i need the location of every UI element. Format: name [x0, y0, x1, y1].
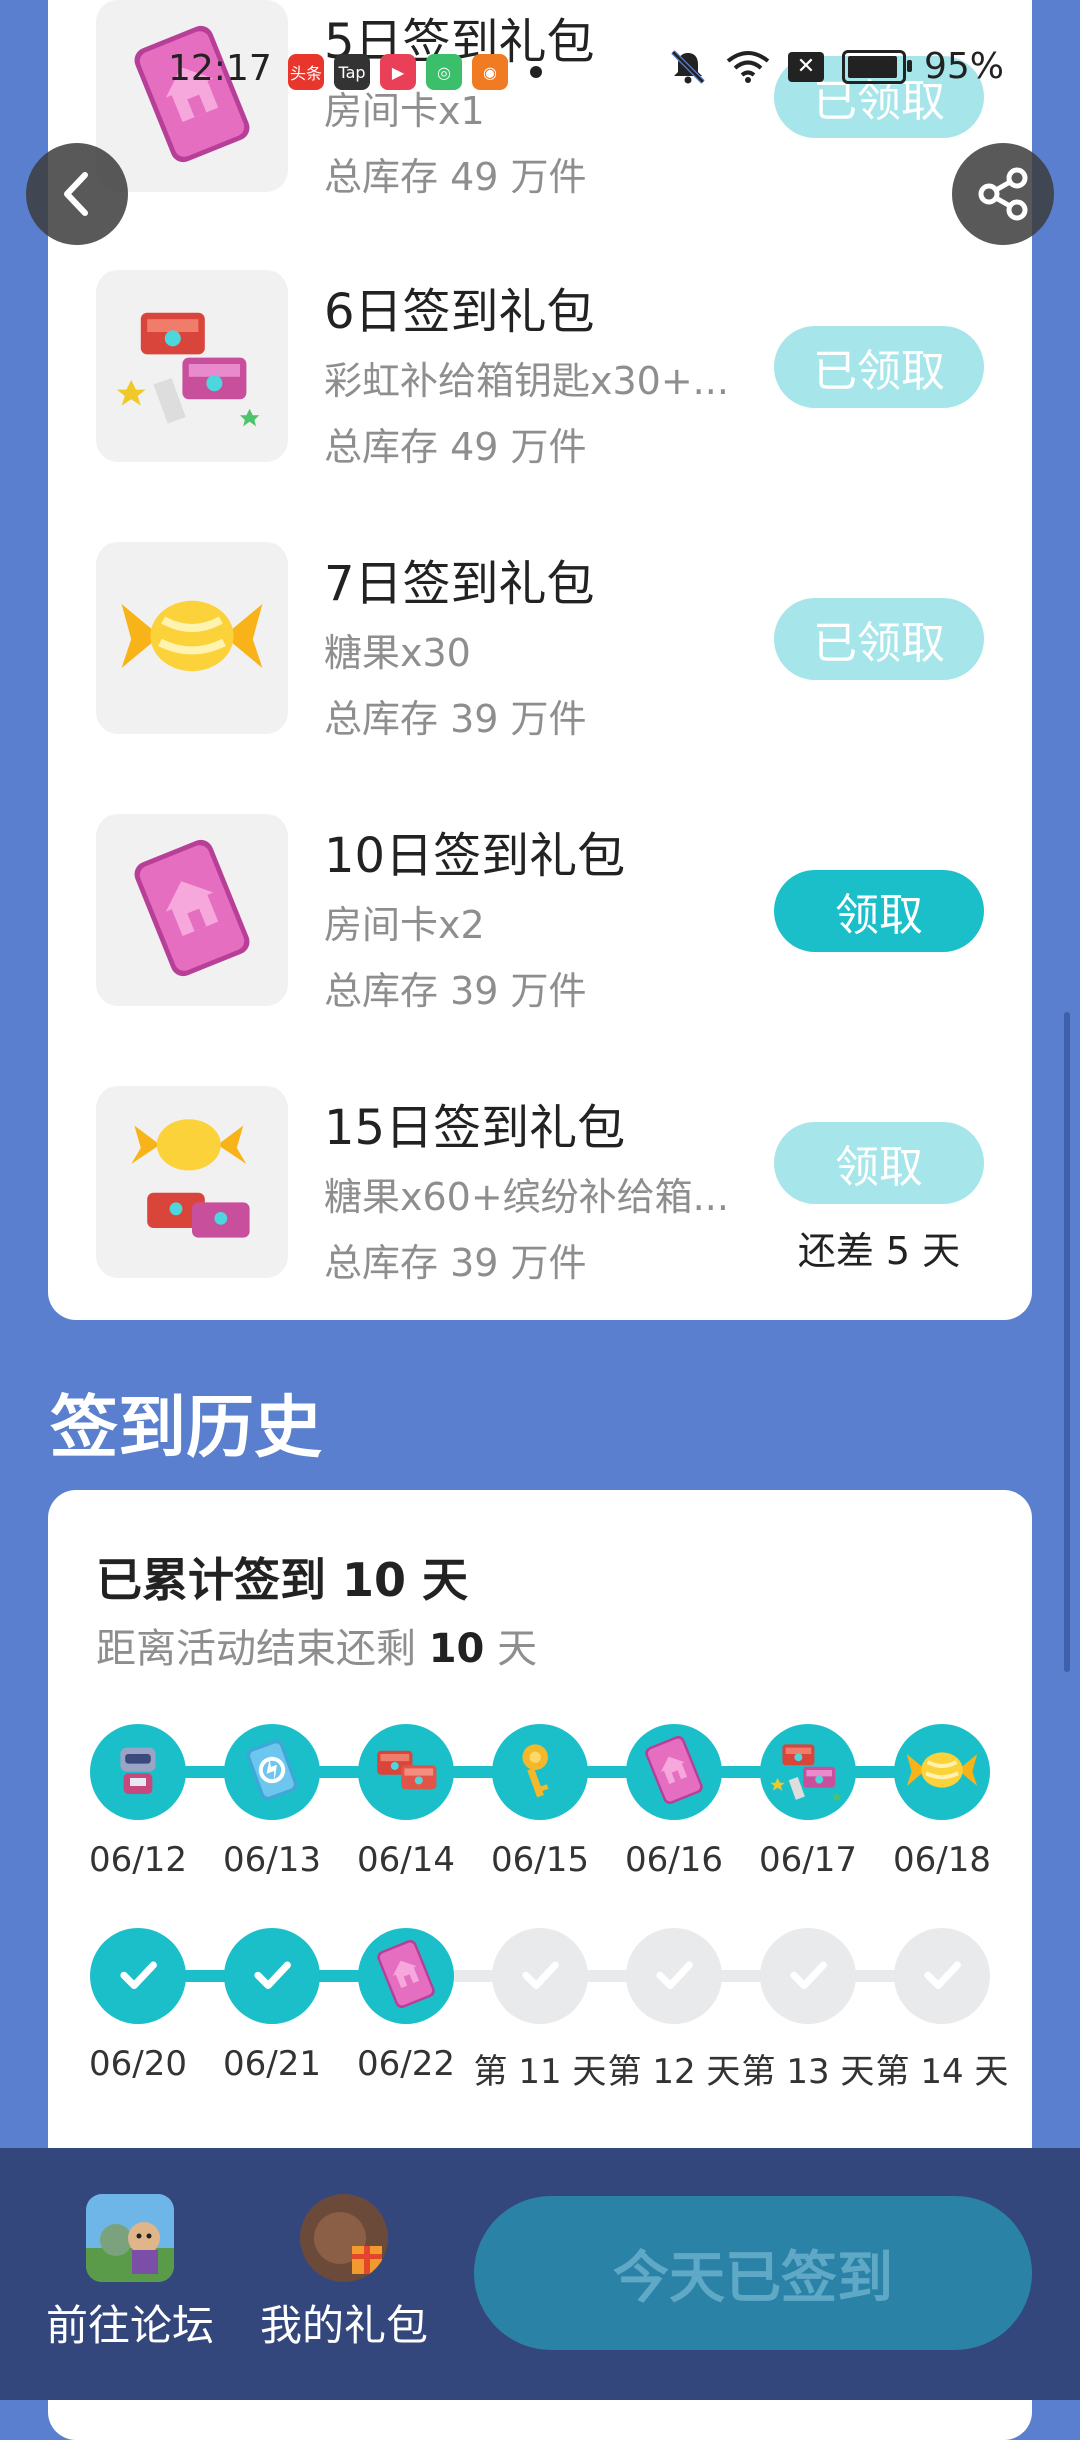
notification-icons: 头条 Tap ▶ ◎ ◉: [288, 54, 542, 90]
wechat-app-icon: ◎: [426, 54, 462, 90]
scrollbar[interactable]: [1064, 1012, 1070, 1672]
my-gifts-avatar-icon: [300, 2194, 388, 2282]
checkin-day-label: 06/18: [893, 1840, 991, 1880]
gift-stock: 总库存 49 万件: [324, 155, 587, 199]
battery-icon: [841, 49, 912, 84]
chevron-left-icon: [64, 172, 88, 216]
checkin-day-pending: [626, 1928, 722, 2024]
days-remaining: 距离活动结束还剩 10 天: [96, 1626, 538, 1672]
claim-button[interactable]: 领取: [774, 1122, 984, 1204]
gift-description: 糖果x60+缤纷补给箱...: [324, 1175, 729, 1219]
checkin-day-done: [894, 1724, 990, 1820]
gift-stock: 总库存 49 万件: [324, 425, 587, 469]
check-icon: [776, 1942, 840, 2010]
claimed-button[interactable]: 已领取: [774, 598, 984, 680]
x-app-icon: ✕: [787, 51, 824, 82]
more-notifications-dot: [530, 66, 542, 78]
video-app-icon: ▶: [380, 54, 416, 90]
history-section-title: 签到历史: [50, 1389, 323, 1468]
gift-title: 10日签到礼包: [324, 828, 626, 884]
gift-row: 10日签到礼包房间卡x2 总库存 39 万件 领取: [48, 814, 1032, 1013]
gift-stock: 总库存 39 万件: [324, 697, 587, 741]
gift-stock: 总库存 39 万件: [324, 1241, 587, 1285]
check-icon: [508, 1942, 572, 2010]
gift-stock: 总库存 39 万件: [324, 969, 587, 1013]
trophy-key-icon: [500, 1730, 580, 1814]
my-gifts-label: 我的礼包: [259, 2301, 428, 2350]
claimed-button[interactable]: 已领取: [774, 326, 984, 408]
gift-description: 糖果x30: [324, 631, 471, 675]
supply-box-keys-icon: [768, 1730, 848, 1814]
toutiao-app-icon: 头条: [288, 54, 324, 90]
claim-button[interactable]: 领取: [774, 870, 984, 952]
room-card-icon: [112, 828, 272, 992]
mute-bell-icon: [671, 49, 705, 84]
gift-title: 7日签到礼包: [324, 556, 595, 612]
candy-icon: [902, 1730, 982, 1814]
gift-title: 15日签到礼包: [324, 1100, 626, 1156]
checkin-day-pending: [492, 1928, 588, 2024]
checkin-day-done: [492, 1724, 588, 1820]
checkin-button[interactable]: 今天已签到: [474, 2196, 1032, 2350]
days-remaining-note: 还差 5 天: [797, 1229, 961, 1273]
room-card-icon: [366, 1934, 446, 2018]
checkin-day-done: [760, 1724, 856, 1820]
gift-thumbnail: [96, 1086, 288, 1278]
robot-icon: [98, 1730, 178, 1814]
kuaishou-app-icon: ◉: [472, 54, 508, 90]
checkin-day-label: 第 14 天: [875, 2052, 1009, 2092]
check-icon: [642, 1942, 706, 2010]
candy-and-box-icon: [112, 1100, 272, 1264]
total-days-value: 10: [342, 1553, 407, 1607]
back-button[interactable]: [26, 143, 128, 245]
forum-label: 前往论坛: [45, 2301, 214, 2350]
candy-icon: [112, 556, 272, 720]
gift-row: 15日签到礼包糖果x60+缤纷补给箱... 总库存 39 万件 领取还差 5 天: [48, 1086, 1032, 1285]
room-card-icon: [634, 1730, 714, 1814]
gift-row: 7日签到礼包糖果x30 总库存 39 万件 已领取: [48, 542, 1032, 741]
skill-card-icon: [232, 1730, 312, 1814]
check-icon: [910, 1942, 974, 2010]
checkin-day-done: [224, 1928, 320, 2024]
my-gifts-button[interactable]: 我的礼包: [244, 2194, 444, 2353]
gift-row: 6日签到礼包彩虹补给箱钥匙x30+... 总库存 49 万件 已领取: [48, 270, 1032, 469]
checkin-day-done: [358, 1724, 454, 1820]
supply-box-icon: [366, 1730, 446, 1814]
forum-button[interactable]: 前往论坛: [30, 2194, 230, 2353]
battery-percent: 95%: [923, 46, 1004, 87]
checkin-day-pending: [760, 1928, 856, 2024]
share-button[interactable]: [952, 143, 1054, 245]
checkin-day-pending: [894, 1928, 990, 2024]
share-icon: [978, 167, 1028, 221]
checkin-day-done: [224, 1724, 320, 1820]
status-time: 12:17: [168, 48, 272, 89]
supply-box-keys-icon: [112, 284, 272, 448]
bottom-action-bar: 前往论坛 我的礼包 今天已签到: [0, 2148, 1080, 2400]
gift-description: 房间卡x2: [324, 903, 485, 947]
checkin-day-done: [90, 1724, 186, 1820]
forum-game-icon: [86, 2194, 174, 2282]
checkin-day-done: [90, 1928, 186, 2024]
checkin-day-done: [626, 1724, 722, 1820]
gift-thumbnail: [96, 542, 288, 734]
gift-title: 6日签到礼包: [324, 284, 595, 340]
system-indicators: ✕ 95%: [668, 46, 1004, 87]
remaining-days-value: 10: [428, 1626, 485, 1672]
gift-thumbnail: [96, 270, 288, 462]
tap-app-icon: Tap: [334, 54, 370, 90]
wifi-icon: [726, 50, 770, 83]
checkin-day-done: [358, 1928, 454, 2024]
gift-description: 彩虹补给箱钥匙x30+...: [324, 359, 729, 403]
total-checkin-days: 已累计签到 10 天: [96, 1553, 469, 1607]
status-bar: 12:17 头条 Tap ▶ ◎ ◉ ✕ 95%: [0, 40, 1080, 100]
check-icon: [240, 1942, 304, 2010]
check-icon: [106, 1942, 170, 2010]
gift-thumbnail: [96, 814, 288, 1006]
